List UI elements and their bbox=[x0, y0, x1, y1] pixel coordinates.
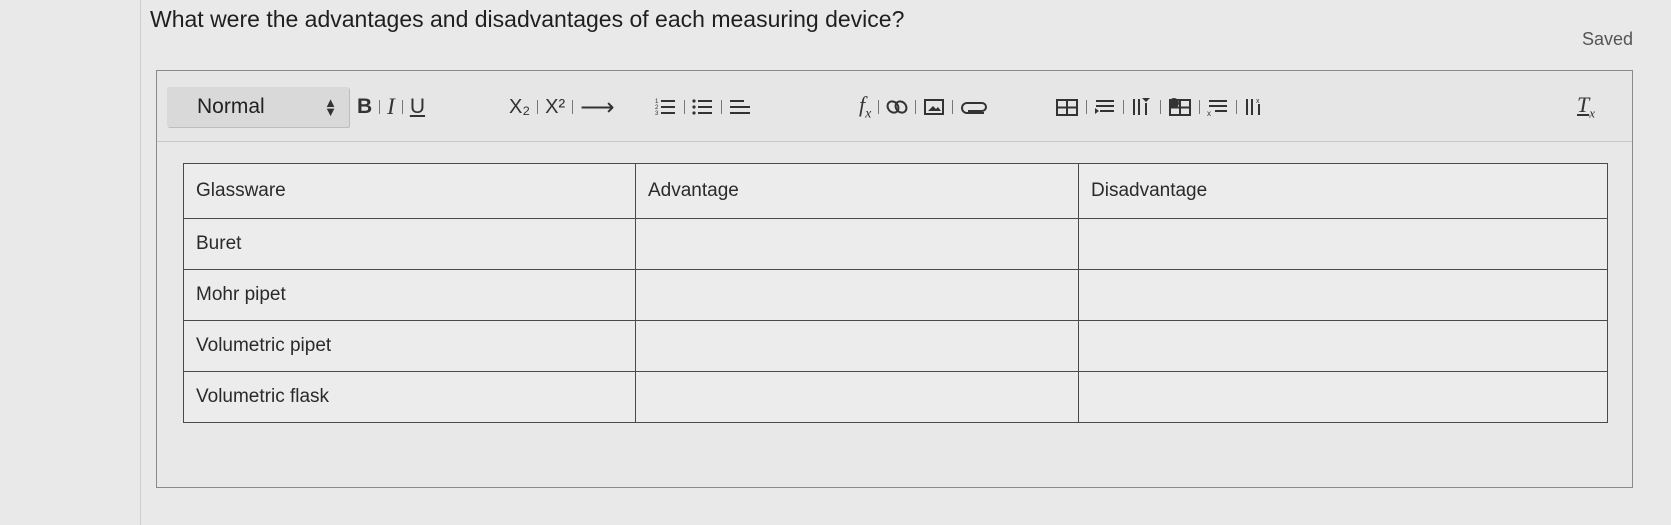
svg-text:x: x bbox=[1256, 98, 1260, 105]
paragraph-format-select[interactable]: Normal ▲ ▼ bbox=[167, 87, 349, 127]
left-border bbox=[140, 0, 141, 525]
link-button[interactable] bbox=[886, 97, 908, 117]
glassware-cell[interactable]: Volumetric flask bbox=[183, 371, 636, 423]
advantage-cell[interactable] bbox=[635, 269, 1079, 321]
disadvantage-cell[interactable] bbox=[1078, 218, 1608, 270]
italic-button[interactable]: I bbox=[387, 94, 395, 120]
italic-icon: I bbox=[387, 94, 395, 119]
toolbar-separator bbox=[1236, 100, 1237, 114]
advantage-cell[interactable] bbox=[635, 371, 1079, 423]
align-button[interactable] bbox=[729, 97, 751, 117]
link-icon bbox=[886, 100, 908, 114]
toolbar-separator bbox=[401, 100, 403, 114]
bullet-list-icon bbox=[692, 99, 712, 115]
superscript-icon: X² bbox=[545, 95, 566, 118]
table-icon bbox=[1056, 99, 1078, 116]
saved-status: Saved bbox=[1581, 29, 1633, 49]
toolbar-separator bbox=[1123, 100, 1124, 114]
header-cell-advantage[interactable]: Advantage bbox=[635, 163, 1079, 219]
table-row: Volumetric flask bbox=[183, 371, 1608, 423]
bullet-list-button[interactable] bbox=[692, 97, 714, 117]
superscript-button[interactable]: X² bbox=[545, 96, 565, 119]
bold-icon: B bbox=[357, 95, 373, 118]
delete-column-icon: x bbox=[1246, 98, 1260, 115]
delete-table-button[interactable] bbox=[1168, 97, 1192, 117]
image-icon bbox=[924, 99, 945, 115]
insert-row-button[interactable] bbox=[1094, 97, 1116, 117]
ordered-list-icon: 1 2 3 bbox=[655, 99, 675, 117]
advantage-cell[interactable] bbox=[635, 320, 1079, 372]
glassware-cell[interactable]: Mohr pipet bbox=[183, 269, 636, 321]
align-icon bbox=[730, 100, 750, 114]
bold-button[interactable]: B bbox=[357, 95, 372, 119]
toolbar-separator bbox=[952, 100, 954, 114]
insert-column-icon bbox=[1133, 98, 1150, 115]
header-cell-disadvantage[interactable]: Disadvantage bbox=[1078, 163, 1608, 219]
toolbar-separator bbox=[684, 100, 685, 114]
toolbar-separator bbox=[537, 100, 539, 114]
format-select-value: Normal bbox=[197, 95, 265, 118]
delete-column-button[interactable]: x bbox=[1244, 97, 1266, 117]
subscript-icon: X₂ bbox=[509, 95, 531, 118]
toolbar-separator bbox=[878, 100, 880, 114]
table-header-row: Glassware Advantage Disadvantage bbox=[183, 163, 1608, 219]
disadvantage-cell[interactable] bbox=[1078, 371, 1608, 423]
svg-text:x: x bbox=[1207, 109, 1211, 117]
subscript-button[interactable]: X₂ bbox=[509, 96, 530, 119]
attachment-button[interactable] bbox=[960, 97, 990, 117]
clear-format-button[interactable]: Tx bbox=[1577, 92, 1595, 121]
clear-format-icon: Tx bbox=[1577, 92, 1596, 121]
underline-button[interactable]: U bbox=[410, 95, 425, 119]
glassware-cell[interactable]: Buret bbox=[183, 218, 636, 270]
question-prompt: What were the advantages and disadvantag… bbox=[150, 6, 905, 32]
underline-icon: U bbox=[409, 95, 426, 118]
toolbar-separator bbox=[1160, 100, 1161, 114]
disadvantage-cell[interactable] bbox=[1078, 269, 1608, 321]
table-row: Volumetric pipet bbox=[183, 320, 1608, 372]
insert-table-button[interactable] bbox=[1055, 97, 1079, 117]
toolbar-separator bbox=[721, 100, 722, 114]
up-down-chevron-icon: ▲ ▼ bbox=[324, 95, 337, 119]
glassware-table: Glassware Advantage Disadvantage Buret M… bbox=[183, 163, 1608, 423]
svg-text:3: 3 bbox=[655, 111, 659, 117]
right-arrow-icon: ⟶ bbox=[580, 93, 615, 121]
formula-button[interactable]: fx bbox=[859, 92, 871, 122]
image-button[interactable] bbox=[923, 97, 945, 117]
header-cell-glassware[interactable]: Glassware bbox=[183, 163, 636, 219]
toolbar-separator bbox=[379, 100, 381, 114]
toolbar-separator bbox=[1086, 100, 1087, 114]
paperclip-icon bbox=[961, 102, 988, 114]
toolbar-separator bbox=[915, 100, 917, 114]
disadvantage-cell[interactable] bbox=[1078, 320, 1608, 372]
delete-table-icon bbox=[1169, 98, 1191, 116]
delete-row-icon: x bbox=[1207, 100, 1227, 117]
editor-toolbar: Normal ▲ ▼ B I U X₂ X² ⟶ 1 2 3 fx x x Tx bbox=[157, 71, 1632, 142]
table-row: Buret bbox=[183, 218, 1608, 270]
table-row: Mohr pipet bbox=[183, 269, 1608, 321]
advantage-cell[interactable] bbox=[635, 218, 1079, 270]
insert-column-button[interactable] bbox=[1131, 97, 1153, 117]
glassware-cell[interactable]: Volumetric pipet bbox=[183, 320, 636, 372]
insert-row-icon bbox=[1095, 100, 1114, 114]
toolbar-separator bbox=[1199, 100, 1200, 114]
formula-icon: fx bbox=[859, 91, 872, 122]
editor-content[interactable]: Glassware Advantage Disadvantage Buret M… bbox=[183, 163, 1608, 423]
toolbar-separator bbox=[572, 100, 574, 114]
arrow-button[interactable]: ⟶ bbox=[580, 93, 614, 122]
rich-text-editor[interactable]: Normal ▲ ▼ B I U X₂ X² ⟶ 1 2 3 fx x x Tx… bbox=[156, 70, 1633, 488]
delete-row-button[interactable]: x bbox=[1207, 97, 1229, 117]
ordered-list-button[interactable]: 1 2 3 bbox=[655, 97, 677, 117]
